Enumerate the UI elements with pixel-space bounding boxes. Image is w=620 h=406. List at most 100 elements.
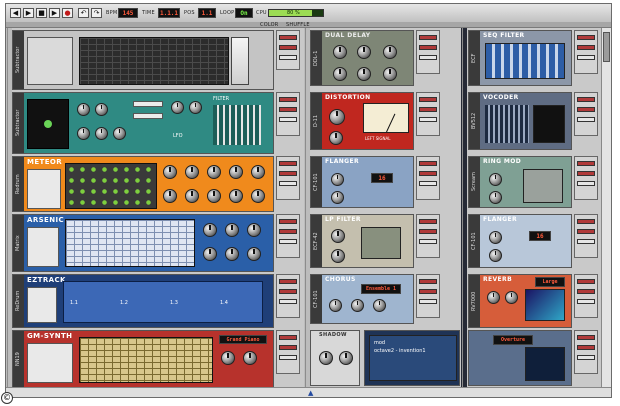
- mixer-strip[interactable]: [574, 156, 598, 200]
- chorus-preset[interactable]: Ensemble 1: [361, 284, 401, 294]
- piano-roll-display[interactable]: [79, 337, 213, 383]
- vertical-scrollbar[interactable]: [601, 28, 611, 390]
- knob[interactable]: [189, 101, 202, 114]
- mute-button[interactable]: [419, 35, 437, 40]
- reverb-preset[interactable]: Large: [535, 277, 565, 287]
- mixer-strip[interactable]: [574, 92, 598, 136]
- redo-icon[interactable]: ↷: [91, 8, 102, 18]
- mute-button[interactable]: [279, 279, 297, 284]
- solo-button[interactable]: [279, 289, 297, 294]
- send-button[interactable]: [419, 117, 437, 122]
- band-sliders[interactable]: [485, 105, 529, 143]
- knob[interactable]: [505, 291, 518, 304]
- knob[interactable]: [203, 223, 217, 237]
- solo-button[interactable]: [577, 45, 595, 50]
- pattern-buttons[interactable]: [27, 37, 73, 85]
- solo-button[interactable]: [419, 229, 437, 234]
- mute-button[interactable]: [279, 161, 297, 166]
- knob[interactable]: [357, 67, 371, 81]
- knob[interactable]: [207, 189, 221, 203]
- knob[interactable]: [331, 191, 344, 204]
- knob[interactable]: [329, 299, 342, 312]
- knob[interactable]: [243, 351, 257, 365]
- xy-pad[interactable]: [27, 99, 69, 149]
- mixer-strip[interactable]: [416, 156, 440, 200]
- send-button[interactable]: [279, 55, 297, 60]
- mute-button[interactable]: [279, 335, 297, 340]
- send-button[interactable]: [279, 299, 297, 304]
- time-display[interactable]: 1.1.1: [158, 8, 180, 18]
- knob[interactable]: [251, 189, 265, 203]
- filter-sliders[interactable]: [213, 105, 261, 145]
- send-button[interactable]: [419, 299, 437, 304]
- width-knob[interactable]: [489, 191, 502, 204]
- send-button[interactable]: [419, 55, 437, 60]
- mixer-strip[interactable]: [276, 274, 300, 318]
- solo-button[interactable]: [279, 107, 297, 112]
- solo-button[interactable]: [279, 171, 297, 176]
- mute-button[interactable]: [577, 97, 595, 102]
- solo-button[interactable]: [577, 229, 595, 234]
- play-button[interactable]: ▶: [49, 8, 60, 18]
- send-button[interactable]: [419, 239, 437, 244]
- pad-buttons[interactable]: [27, 169, 61, 209]
- knob[interactable]: [489, 231, 502, 244]
- knob[interactable]: [487, 291, 500, 304]
- mixer-strip[interactable]: [276, 156, 300, 200]
- knob[interactable]: [339, 351, 353, 365]
- scroll-up-icon[interactable]: ▲: [308, 389, 313, 397]
- pattern-buttons[interactable]: [27, 227, 59, 267]
- mute-button[interactable]: [577, 161, 595, 166]
- flanger-value[interactable]: 16: [529, 231, 551, 241]
- step-grid[interactable]: [65, 163, 157, 209]
- piano-roll-display[interactable]: [79, 37, 229, 85]
- mixer-strip[interactable]: [276, 330, 300, 374]
- knob[interactable]: [319, 351, 333, 365]
- knob[interactable]: [229, 189, 243, 203]
- speed-knob[interactable]: [489, 173, 502, 186]
- mute-button[interactable]: [577, 279, 595, 284]
- undo-icon[interactable]: ↶: [78, 8, 89, 18]
- knob[interactable]: [333, 67, 347, 81]
- knob[interactable]: [207, 165, 221, 179]
- mixer-strip[interactable]: [416, 92, 440, 136]
- knob[interactable]: [383, 45, 397, 59]
- knob[interactable]: [373, 299, 386, 312]
- waveform-select[interactable]: [133, 113, 163, 119]
- knob[interactable]: [357, 45, 371, 59]
- pos-display[interactable]: 1.1: [198, 8, 216, 18]
- mute-button[interactable]: [577, 219, 595, 224]
- send-button[interactable]: [577, 55, 595, 60]
- arrangement-timeline[interactable]: 1.1 1.2 1.3 1.4: [63, 281, 263, 323]
- mute-button[interactable]: [279, 35, 297, 40]
- mixer-strip[interactable]: [276, 30, 300, 70]
- send-button[interactable]: [577, 181, 595, 186]
- step-sliders[interactable]: [485, 43, 565, 79]
- mute-button[interactable]: [279, 97, 297, 102]
- knob[interactable]: [203, 247, 217, 261]
- solo-button[interactable]: [577, 171, 595, 176]
- drive-knob[interactable]: [329, 109, 345, 125]
- solo-button[interactable]: [577, 107, 595, 112]
- mixer-strip[interactable]: [574, 30, 598, 74]
- mixer-strip[interactable]: [276, 92, 300, 136]
- cutoff-knob[interactable]: [331, 229, 345, 243]
- solo-button[interactable]: [419, 171, 437, 176]
- keyboard-buttons[interactable]: [27, 343, 73, 383]
- knob[interactable]: [163, 189, 177, 203]
- mute-button[interactable]: [577, 335, 595, 340]
- knob[interactable]: [221, 351, 235, 365]
- knob[interactable]: [77, 127, 90, 140]
- flanger-value[interactable]: 16: [371, 173, 393, 183]
- send-button[interactable]: [577, 355, 595, 360]
- track-buttons[interactable]: [27, 287, 57, 323]
- mixer-strip[interactable]: [416, 30, 440, 74]
- knob[interactable]: [251, 165, 265, 179]
- send-button[interactable]: [279, 117, 297, 122]
- bpm-display[interactable]: 145: [118, 8, 138, 18]
- patch-display[interactable]: Grand Piano: [219, 335, 267, 344]
- mixer-strip[interactable]: [574, 330, 598, 374]
- mixer-strip[interactable]: [416, 274, 440, 318]
- mixer-strip[interactable]: [416, 214, 440, 258]
- tone-knob[interactable]: [329, 131, 343, 145]
